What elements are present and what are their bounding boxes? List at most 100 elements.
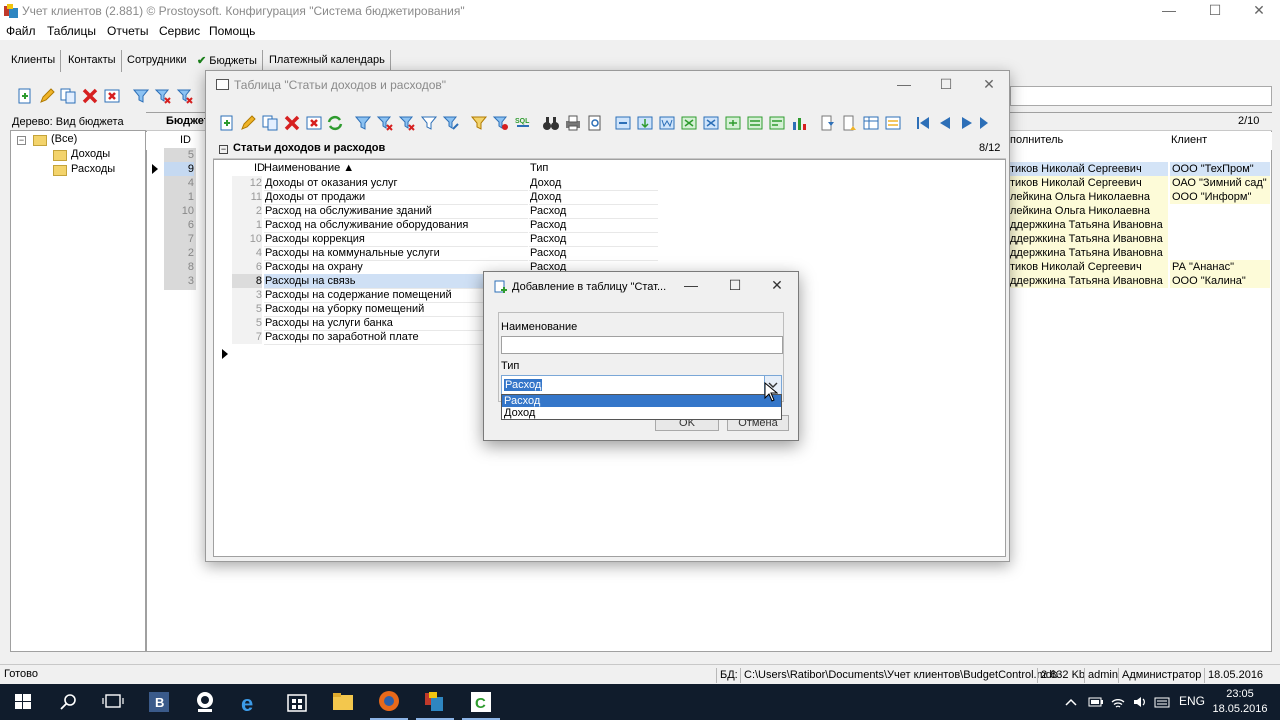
export-html-icon[interactable] [724,114,742,132]
delete-icon[interactable] [283,114,301,132]
dropdown-option-expense[interactable]: Расход [502,395,781,407]
column-id[interactable]: ID [180,134,191,146]
table-row[interactable]: лейкина Ольга Николаевна [1010,204,1272,218]
table-row[interactable]: тиков Николай Сергеевич ОАО "Зимний сад" [1010,176,1272,190]
delete-all-icon[interactable] [305,114,323,132]
table-row[interactable]: 12 Доходы от оказания услуг Доход [232,176,658,191]
columns-icon[interactable] [862,114,880,132]
table-row[interactable]: 4 Расходы на коммунальные услуги Расход [232,246,658,261]
tab-employees[interactable]: Сотрудники [122,50,193,72]
table-row[interactable]: тиков Николай Сергеевич РА "Ананас" [1010,260,1272,274]
tab-clients[interactable]: Клиенты [6,50,62,72]
dialog-close-button[interactable]: ✕ [754,275,800,297]
table-row[interactable]: ддержкина Татьяна Ивановна [1010,232,1272,246]
filter-remove-icon[interactable] [176,87,194,105]
copy-icon[interactable] [261,114,279,132]
close-button[interactable]: ✕ [1236,0,1280,22]
binoculars-icon[interactable] [542,114,560,132]
taskbar-edge[interactable]: e [228,684,274,720]
copy-icon[interactable] [59,87,77,105]
task-view-button[interactable] [90,684,136,720]
tree-item-expenses[interactable]: Расходы [71,163,115,178]
tab-budgets[interactable]: ✔ Бюджеты [192,50,263,72]
menu-help[interactable]: Помощь [209,24,255,38]
menu-service[interactable]: Сервис [159,24,200,38]
table-row[interactable]: 10 Расходы коррекция Расход [232,232,658,247]
last-record-icon[interactable] [980,114,990,132]
chart-icon[interactable] [790,114,808,132]
import-icon[interactable] [636,114,654,132]
chevron-up-icon[interactable] [1064,696,1078,708]
column-executor[interactable]: полнитель [1010,134,1063,146]
prev-record-icon[interactable] [936,114,954,132]
filter-outline-icon[interactable] [420,114,438,132]
taskbar-app-b[interactable]: B [136,684,182,720]
export-excel-icon[interactable] [680,114,698,132]
table-row[interactable] [1010,148,1272,162]
export-word-icon[interactable] [658,114,676,132]
search-input[interactable] [1010,86,1272,106]
minimize-button[interactable]: — [1146,0,1192,22]
first-record-icon[interactable] [914,114,932,132]
print-icon[interactable] [564,114,582,132]
dialog-maximize-button[interactable]: ☐ [712,275,758,297]
table-row[interactable]: тиков Николай Сергеевич ООО "ТехПром" [1010,162,1272,176]
collapse-toggle[interactable]: − [17,136,26,145]
sort-icon[interactable] [470,114,488,132]
column-client[interactable]: Клиент [1171,134,1207,146]
taskbar-explorer[interactable] [320,684,366,720]
filter-clear-icon[interactable] [376,114,394,132]
table-close-button[interactable]: ✕ [966,74,1012,96]
maximize-button[interactable]: ☐ [1192,0,1238,22]
volume-icon[interactable] [1132,694,1148,710]
sort-asc-icon[interactable] [818,114,836,132]
taskbar-app-globe[interactable] [182,684,228,720]
edit-icon[interactable] [38,87,56,105]
export-csv-icon[interactable] [746,114,764,132]
taskbar-client-accounting[interactable] [412,684,458,720]
table-row[interactable]: лейкина Ольга Николаевна ООО "Информ" [1010,190,1272,204]
clock[interactable]: 23:05 18.05.2016 [1212,687,1268,717]
column-name[interactable]: Наименование ▲ [264,162,354,174]
table-row[interactable]: ддержкина Татьяна Ивановна [1010,218,1272,232]
collapse-grid-icon[interactable]: − [219,145,228,154]
table-maximize-button[interactable]: ☐ [923,74,969,96]
taskbar-store[interactable] [274,684,320,720]
wifi-icon[interactable] [1110,694,1126,710]
filter-remove-icon[interactable] [398,114,416,132]
table-row[interactable]: 2 Расход на обслуживание зданий Расход [232,204,658,219]
tab-payment-calendar[interactable]: Платежный календарь [264,50,391,72]
add-record-icon[interactable] [218,114,236,132]
export-xml-icon[interactable] [702,114,720,132]
table-row[interactable]: ддержкина Татьяна Ивановна [1010,246,1272,260]
table-row[interactable]: 1 Расход на обслуживание оборудования Расх… [232,218,658,233]
delete-icon[interactable] [81,87,99,105]
filter-icon[interactable] [354,114,372,132]
next-record-icon[interactable] [958,114,976,132]
type-select[interactable]: Расход [501,375,782,395]
menu-file[interactable]: Файл [6,24,36,38]
language-indicator[interactable]: ENG [1179,694,1205,708]
filter-icon[interactable] [132,87,150,105]
dropdown-option-income[interactable]: Доход [502,407,781,419]
print-preview-icon[interactable] [586,114,604,132]
query-icon[interactable] [492,114,510,132]
sort-desc-icon[interactable] [840,114,858,132]
export-txt-icon[interactable] [768,114,786,132]
search-button[interactable] [46,684,92,720]
settings-icon[interactable] [884,114,902,132]
refresh-icon[interactable] [326,114,344,132]
taskbar-camtasia[interactable]: C [458,684,504,720]
table-minimize-button[interactable]: — [881,74,927,96]
table-row[interactable]: 11 Доходы от продажи Доход [232,190,658,205]
filter-clear-icon[interactable] [154,87,172,105]
start-button[interactable] [0,684,46,720]
keyboard-icon[interactable] [1154,694,1170,710]
column-type[interactable]: Тип [530,162,548,174]
menu-tables[interactable]: Таблицы [47,24,96,38]
edit-icon[interactable] [239,114,257,132]
tree-item-all[interactable]: (Все) [51,133,77,148]
sql-icon[interactable]: SQL [514,114,532,132]
filter-edit-icon[interactable] [442,114,460,132]
table-row[interactable]: ддержкина Татьяна Ивановна ООО "Калина" [1010,274,1272,288]
